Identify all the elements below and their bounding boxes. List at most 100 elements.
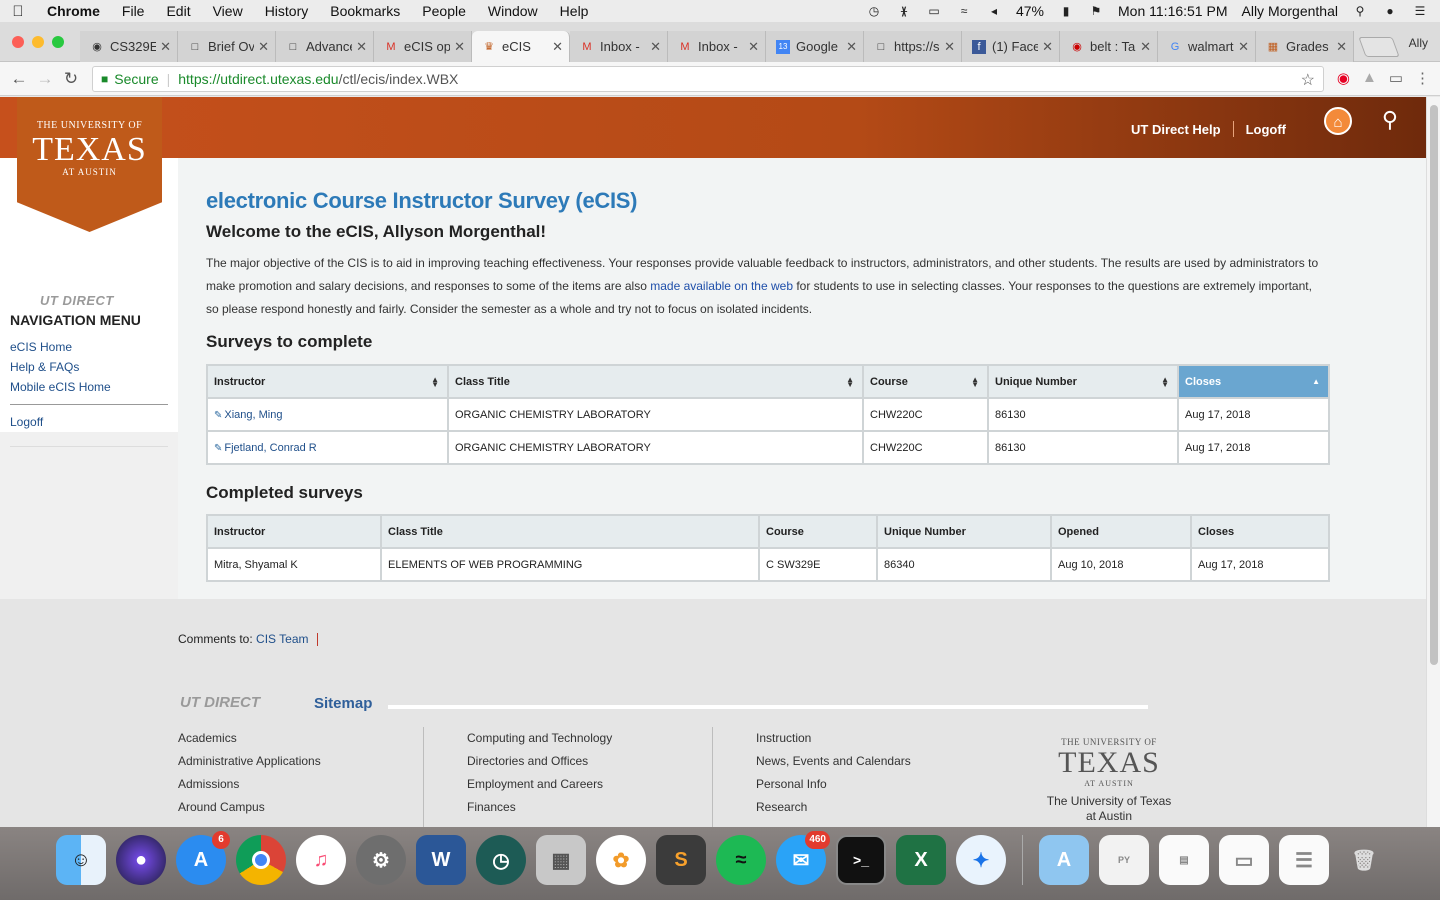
close-tab-icon[interactable]: ✕ [1336, 39, 1347, 55]
close-tab-icon[interactable]: ✕ [356, 39, 367, 55]
sitemap-link-administrative-applications[interactable]: Administrative Applications [178, 754, 418, 777]
menu-edit[interactable]: Edit [155, 3, 201, 19]
menu-people[interactable]: People [411, 3, 477, 19]
menu-file[interactable]: File [111, 3, 156, 19]
cast-icon[interactable]: ▭ [1389, 69, 1403, 87]
wifi-icon[interactable]: ≈ [956, 4, 972, 18]
column-instructor[interactable]: Instructor ▲ ▼ [206, 364, 449, 399]
cis-team-link[interactable]: CIS Team [256, 632, 308, 646]
screenshot-icon[interactable]: ▭ [1219, 835, 1269, 885]
menu-view[interactable]: View [202, 3, 254, 19]
tab-advance[interactable]: □ Advance ✕ [276, 31, 374, 62]
tab-https[interactable]: □ https://s ✕ [864, 31, 962, 62]
drive-icon[interactable]: ▲ [1362, 69, 1377, 87]
column-closes[interactable]: Closes ▲ [1177, 364, 1330, 399]
chrome-menu-icon[interactable]: ⋮ [1415, 69, 1430, 87]
address-bar[interactable]: ■ Secure | https://utdirect.utexas.edu/c… [92, 66, 1324, 92]
nav-mobile-ecis-home[interactable]: Mobile eCIS Home [10, 380, 168, 394]
sitemap-link-directories[interactable]: Directories and Offices [467, 754, 707, 777]
menubar-user[interactable]: Ally Morgenthal [1242, 3, 1339, 19]
column-class-title[interactable]: Class Title ▲ ▼ [447, 364, 864, 399]
sitemap-link-academics[interactable]: Academics [178, 731, 418, 754]
close-window-button[interactable] [12, 36, 24, 48]
spotify-icon[interactable]: ≈ [716, 835, 766, 885]
terminal-icon[interactable]: >_ [836, 835, 886, 885]
apple-menu-icon[interactable]:  [0, 3, 36, 20]
close-tab-icon[interactable]: ✕ [1042, 39, 1053, 55]
flag-input-icon[interactable]: ⚑ [1088, 4, 1104, 18]
new-tab-button[interactable] [1358, 37, 1400, 57]
sitemap-link-employment[interactable]: Employment and Careers [467, 777, 707, 800]
chrome-icon[interactable] [236, 835, 286, 885]
battery-icon[interactable]: ▮ [1058, 4, 1074, 18]
tab-facebook[interactable]: f (1) Face ✕ [962, 31, 1060, 62]
finder-icon[interactable]: ☺ [56, 835, 106, 885]
search-icon[interactable]: ⚲ [1382, 107, 1398, 133]
sitemap-link-research[interactable]: Research [756, 800, 996, 823]
tab-ecis-op[interactable]: MeCIS op ✕ [374, 31, 472, 62]
close-tab-icon[interactable]: ✕ [1238, 39, 1249, 55]
tab-grades[interactable]: ▦ Grades ✕ [1256, 31, 1354, 62]
pinterest-icon[interactable]: ◉ [1337, 69, 1350, 87]
close-tab-icon[interactable]: ✕ [454, 39, 465, 55]
nav-logoff[interactable]: Logoff [10, 415, 168, 429]
notification-center-icon[interactable]: ☰ [1412, 4, 1428, 18]
nav-ecis-home[interactable]: eCIS Home [10, 340, 168, 354]
time-machine-icon[interactable]: ◷ [866, 4, 882, 18]
sitemap-link-instruction[interactable]: Instruction [756, 731, 996, 754]
trash-icon[interactable]: 🗑 [1339, 835, 1389, 885]
made-available-link[interactable]: made available on the web [650, 279, 793, 293]
reload-icon[interactable]: ↻ [58, 69, 84, 89]
scrollbar-thumb[interactable] [1430, 105, 1438, 665]
menubar-clock[interactable]: Mon 11:16:51 PM [1118, 3, 1227, 19]
tab-target[interactable]: ◉ belt : Ta ✕ [1060, 31, 1158, 62]
close-tab-icon[interactable]: ✕ [944, 39, 955, 55]
itunes-icon[interactable]: ♫ [296, 835, 346, 885]
menu-history[interactable]: History [254, 3, 320, 19]
tab-brief-ov[interactable]: □ Brief Ov ✕ [178, 31, 276, 62]
close-tab-icon[interactable]: ✕ [846, 39, 857, 55]
python-file-icon[interactable]: PY [1099, 835, 1149, 885]
sitemap-link-finances[interactable]: Finances [467, 800, 707, 823]
sitemap-link-around-campus[interactable]: Around Campus [178, 800, 418, 823]
sitemap-link-computing[interactable]: Computing and Technology [467, 731, 707, 754]
messages-icon[interactable]: ✉ 460 [776, 831, 830, 885]
sublime-text-icon[interactable]: S [656, 835, 706, 885]
tab-walmart[interactable]: Gwalmart ✕ [1158, 31, 1256, 62]
siri-icon[interactable]: ● [1382, 4, 1398, 18]
ut-direct-help-link[interactable]: UT Direct Help [1131, 122, 1221, 137]
close-tab-icon[interactable]: ✕ [748, 39, 759, 55]
word-icon[interactable]: W [416, 835, 466, 885]
column-course[interactable]: Course ▲ ▼ [862, 364, 989, 399]
tab-google-calendar[interactable]: 13 Google ✕ [766, 31, 864, 62]
sitemap-link-admissions[interactable]: Admissions [178, 777, 418, 800]
siri-icon[interactable]: ● [116, 835, 166, 885]
volume-icon[interactable]: ◂ [986, 4, 1002, 18]
menu-bookmarks[interactable]: Bookmarks [319, 3, 411, 19]
app-store-icon[interactable]: A6 [176, 831, 230, 885]
back-arrow-icon[interactable]: ← [6, 69, 32, 89]
document-icon[interactable]: ▤ [1159, 835, 1209, 885]
tab-inbox-2[interactable]: M Inbox - ✕ [668, 31, 766, 62]
menu-help[interactable]: Help [549, 3, 600, 19]
tab-cs329e[interactable]: ◉ CS329E ✕ [80, 31, 178, 62]
applications-folder-icon[interactable]: A [1039, 835, 1089, 885]
home-icon[interactable]: ⌂ [1324, 107, 1352, 135]
sitemap-link-news[interactable]: News, Events and Calendars [756, 754, 996, 777]
sitemap-link-personal-info[interactable]: Personal Info [756, 777, 996, 800]
tab-ecis[interactable]: ♛ eCIS ✕ [472, 31, 570, 62]
column-unique-number[interactable]: Unique Number ▲ ▼ [987, 364, 1179, 399]
header-logoff-link[interactable]: Logoff [1246, 122, 1286, 137]
survey-link-fjetland[interactable]: Fjetland, Conrad R [224, 442, 316, 454]
excel-icon[interactable]: X [896, 835, 946, 885]
close-tab-icon[interactable]: ✕ [258, 39, 269, 55]
time-machine-icon[interactable]: ◷ [476, 835, 526, 885]
menu-window[interactable]: Window [477, 3, 549, 19]
tab-inbox-1[interactable]: M Inbox - ✕ [570, 31, 668, 62]
close-tab-icon[interactable]: ✕ [1140, 39, 1151, 55]
calculator-icon[interactable]: ▦ [536, 835, 586, 885]
forward-arrow-icon[interactable]: → [32, 69, 58, 89]
airplay-icon[interactable]: ▭ [926, 4, 942, 18]
zoom-window-button[interactable] [52, 36, 64, 48]
menu-chrome[interactable]: Chrome [36, 3, 111, 19]
